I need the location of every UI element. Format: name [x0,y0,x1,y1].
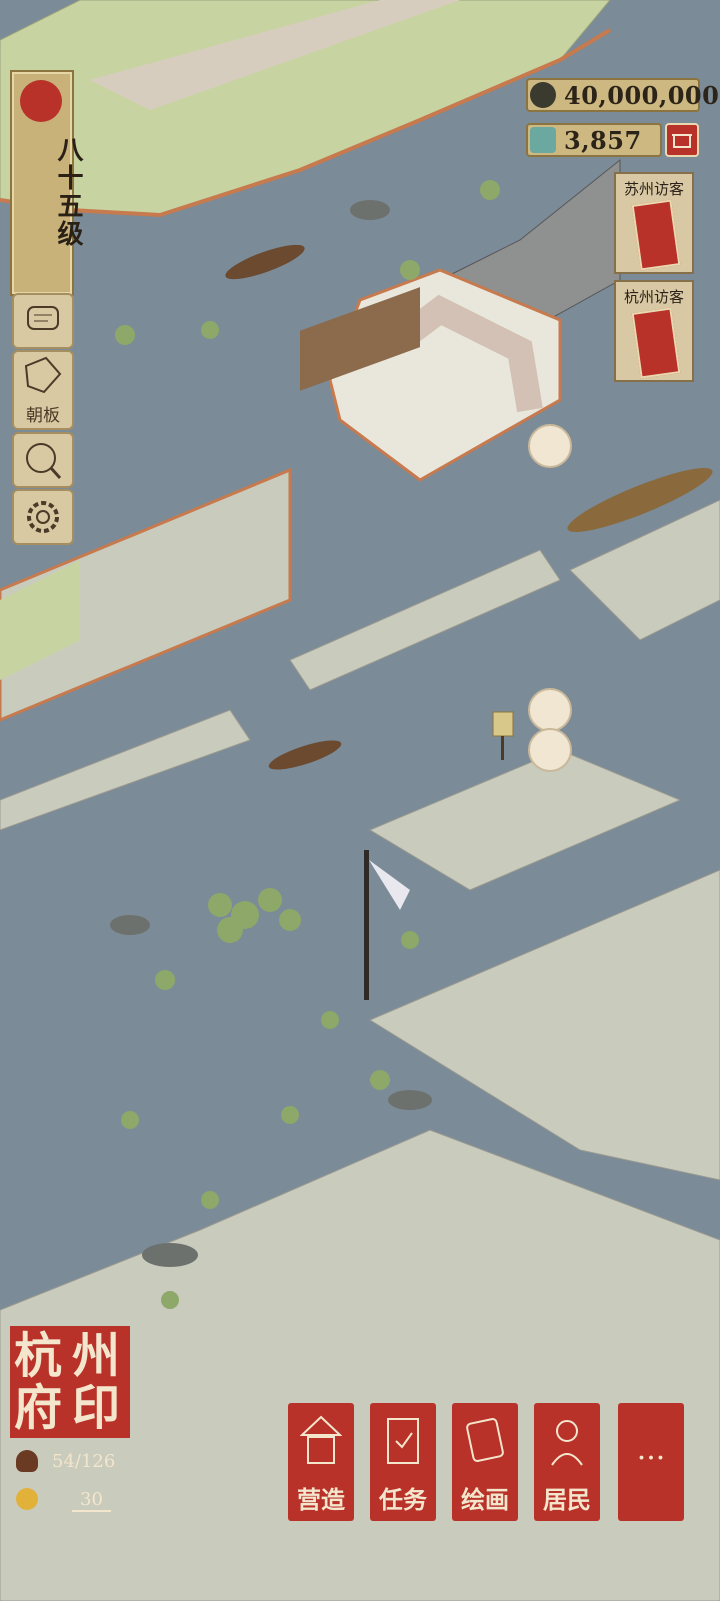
chat-button[interactable] [12,293,74,349]
visitor-hangzhou-label: 杭州访客 [623,288,684,306]
invitation-card-icon [631,199,681,271]
resident-bubble-scholar[interactable] [528,424,572,468]
settings-button[interactable] [12,489,74,545]
scroll-icon [466,1418,504,1462]
city-seal[interactable]: 杭 州 府 印 54/126 30 [10,1326,130,1520]
board-label: 朝板 [26,406,60,426]
board-icon [24,356,62,394]
gem-icon [530,127,556,153]
happiness-row: 30 [10,1486,130,1516]
population-value: 54/126 [52,1451,116,1472]
gear-icon [27,501,59,533]
gem-counter[interactable]: 3,857 [526,123,662,157]
population-icon [16,1450,38,1472]
seal-char: 印 [72,1380,121,1436]
painting-label: 绘画 [461,1485,509,1514]
visitor-suzhou[interactable]: 苏州访客 [614,172,694,274]
level-seal-icon [20,80,62,122]
resident-icon [551,1420,583,1466]
painting-button[interactable]: 绘画 [452,1403,518,1521]
city-seal-stamp: 杭 州 府 印 [10,1326,130,1438]
happiness-icon [16,1488,38,1510]
signpost [492,711,514,737]
chat-icon [27,306,59,330]
happiness-value: 30 [72,1489,111,1512]
seal-char: 杭 [14,1328,63,1384]
resident-bubble-lady[interactable] [528,688,572,732]
board-button[interactable]: 朝板 [12,350,74,430]
level-label: 八十五级 [53,136,83,248]
build-label: 营造 [297,1485,345,1514]
visitor-hangzhou[interactable]: 杭州访客 [614,280,694,382]
more-button[interactable]: ··· [618,1403,684,1521]
population-row: 54/126 [10,1448,130,1478]
visitor-suzhou-label: 苏州访客 [623,180,684,198]
more-label: ··· [636,1441,666,1476]
shop-search-button[interactable] [12,432,74,488]
book-icon [387,1418,419,1464]
flag-pole [364,850,369,1000]
seal-char: 州 [72,1328,121,1384]
seal-char: 府 [14,1380,63,1436]
shop-icon [672,134,692,148]
resident-bubble-girl[interactable] [528,728,572,772]
coin-value: 40,000,000 [564,81,720,110]
shop-button[interactable] [665,123,699,157]
residents-label: 居民 [543,1485,591,1514]
invitation-card-icon [631,307,681,379]
tasks-button[interactable]: 任务 [370,1403,436,1521]
shop-search-icon [26,443,62,480]
residents-button[interactable]: 居民 [534,1403,600,1521]
level-banner[interactable]: 八十五级 [10,70,83,296]
build-button[interactable]: 营造 [288,1403,354,1521]
coin-counter[interactable]: 40,000,000 [526,78,719,112]
coin-icon [530,82,556,108]
pavilion-icon [300,1415,342,1464]
tasks-label: 任务 [379,1485,427,1514]
gem-value: 3,857 [564,126,642,155]
